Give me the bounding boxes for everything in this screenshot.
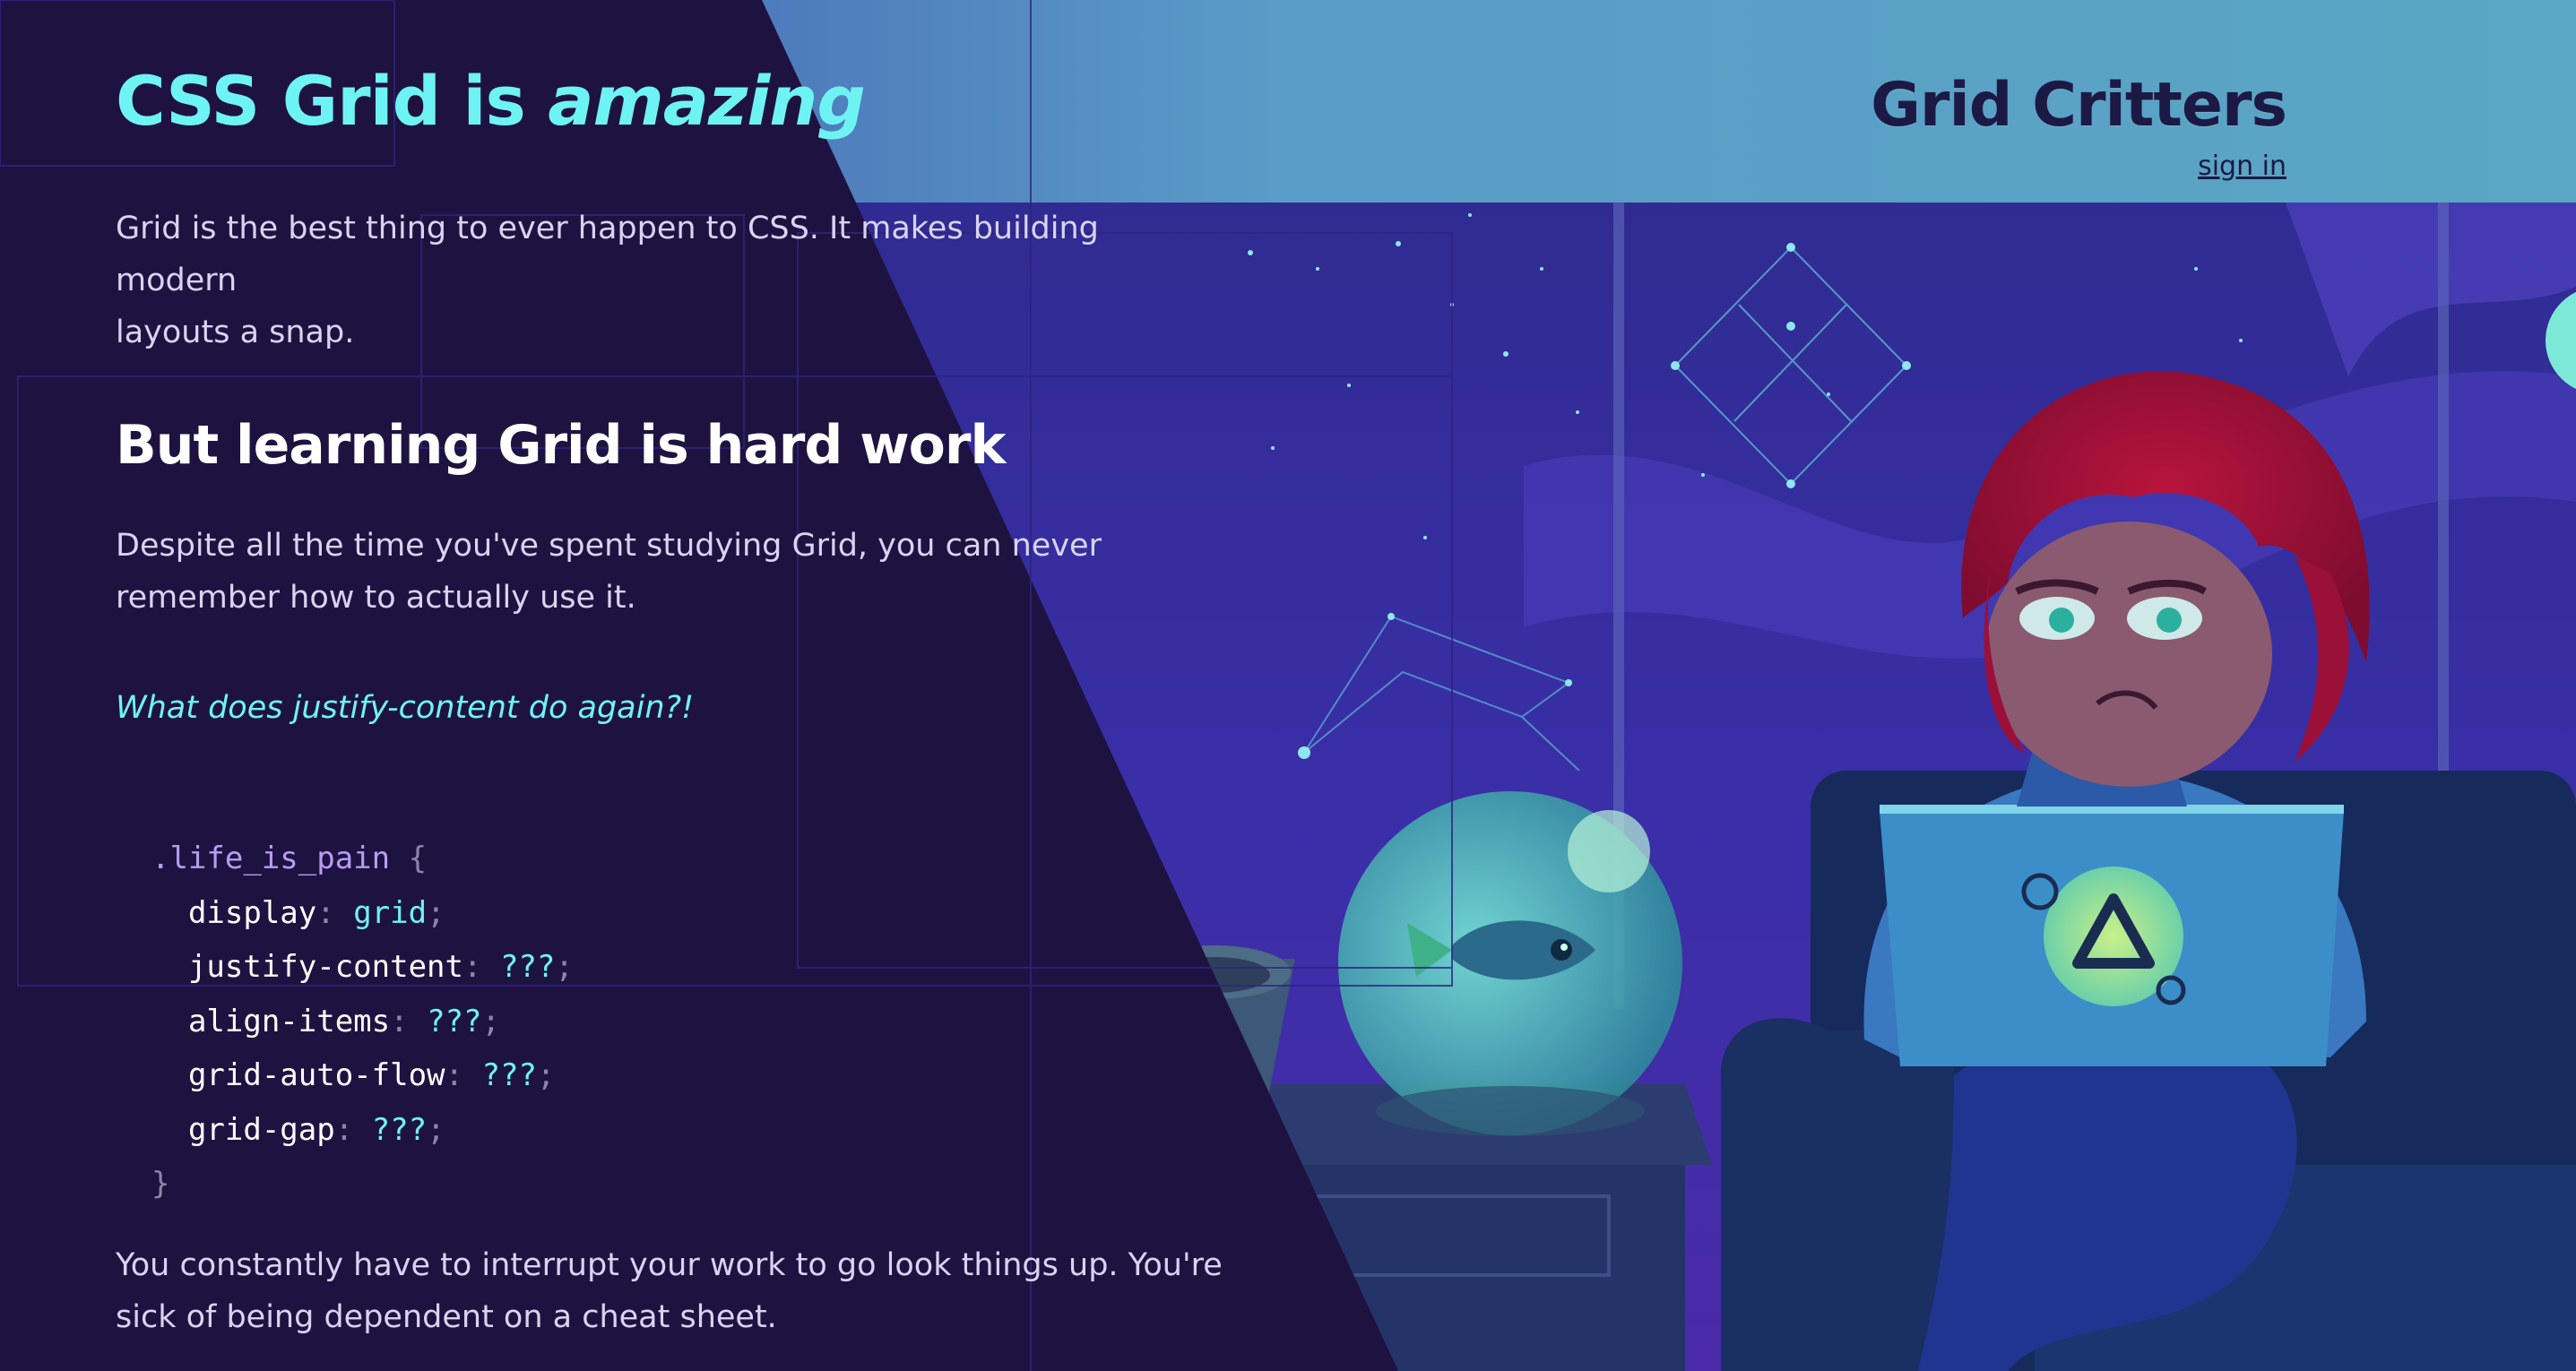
character-face [1985,522,2272,787]
code-value: ??? [481,1057,537,1093]
code-prop: align-items [187,1003,391,1039]
code-open-brace: { [408,841,428,876]
laptop-logo [2044,867,2183,1006]
code-prop: grid-gap [187,1111,335,1148]
code-value: ??? [499,949,556,985]
hero-title: CSS Grid is amazing [116,61,866,141]
intro-line-2: layouts a snap. [116,315,355,350]
code-prop: justify-content [187,949,463,985]
code-block: .life_is_pain { display: grid; justify-c… [151,841,574,1202]
hero-title-prefix: CSS Grid is [116,61,549,141]
hero-title-emphasis: amazing [548,61,866,141]
question-text: What does justify-content do again?! [116,690,695,726]
section-paragraph: Despite all the time you've spent studyi… [116,520,1102,624]
intro-paragraph: Grid is the best thing to ever happen to… [116,203,1227,358]
sign-in-link[interactable]: sign in [2198,151,2286,182]
section-line-1: Despite all the time you've spent studyi… [116,528,1102,564]
outro-paragraph: You constantly have to interrupt your wo… [116,1239,1223,1343]
code-value: ??? [427,1003,482,1039]
outro-line-2: sick of being dependent on a cheat sheet… [116,1299,777,1335]
section-line-2: remember how to actually use it. [116,580,636,616]
code-value: grid [353,894,428,931]
outro-line-1: You constantly have to interrupt your wo… [116,1247,1223,1283]
code-close-brace: } [151,1166,170,1202]
section-heading: But learning Grid is hard work [116,414,1006,477]
code-selector: .life_is_pain [151,841,391,876]
site-brand[interactable]: Grid Critters [1871,70,2287,141]
intro-line-1: Grid is the best thing to ever happen to… [116,211,1099,298]
code-prop: grid-auto-flow [187,1057,445,1093]
code-value: ??? [371,1111,428,1148]
code-prop: display [187,894,317,931]
page: Grid Critters sign in CSS Grid is amazin… [0,0,2576,1371]
